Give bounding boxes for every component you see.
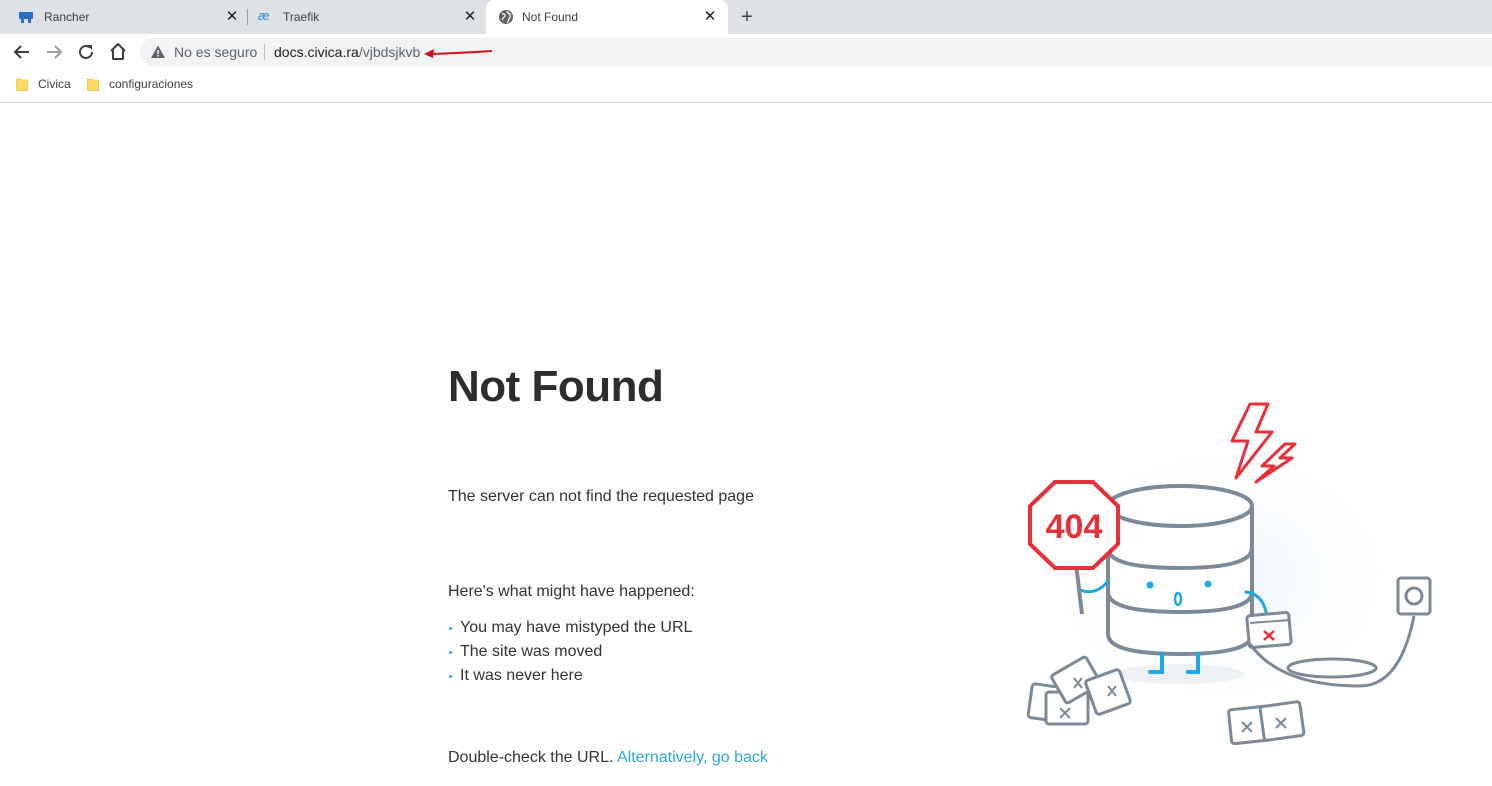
sign-text: 404: [1046, 508, 1103, 546]
omnibox-divider: [264, 44, 265, 60]
folder-icon: [16, 78, 28, 91]
tab-title: Traefik: [283, 10, 320, 24]
tab-strip: Rancher ✕ æ Traefik ✕ Not Found ✕ +: [0, 0, 1492, 34]
forward-button[interactable]: [43, 41, 65, 63]
footer-label: Double-check the URL.: [448, 749, 614, 766]
bookmark-label: Civica: [38, 77, 71, 91]
socket-icon: [1396, 576, 1432, 616]
traefik-icon: æ: [258, 8, 270, 23]
go-back-link[interactable]: Alternatively, go back: [617, 749, 768, 766]
bookmark-civica[interactable]: Civica: [16, 77, 71, 91]
bookmark-configuraciones[interactable]: configuraciones: [87, 77, 193, 91]
new-tab-button[interactable]: +: [738, 7, 756, 27]
happened-heading: Here's what might have happened:: [448, 583, 695, 600]
server-404-illustration: 404: [1020, 402, 1432, 746]
url-text[interactable]: docs.civica.ra/vjbdsjkvb: [274, 44, 420, 60]
bookmarks-bar: Civica configuraciones: [0, 70, 1492, 103]
url-path: /vjbdsjkvb: [358, 44, 421, 60]
page-title: Not Found: [448, 362, 664, 411]
footer-text: Double-check the URL. Alternatively, go …: [448, 749, 768, 767]
list-item: The site was moved: [448, 643, 692, 667]
tab-title: Not Found: [522, 10, 579, 24]
close-tab-icon[interactable]: ✕: [462, 9, 478, 25]
list-item: It was never here: [448, 667, 692, 691]
broken-windows-right: [1227, 700, 1306, 746]
tab-title: Rancher: [44, 10, 90, 24]
reasons-list: You may have mistyped the URL The site w…: [448, 619, 692, 691]
security-status[interactable]: No es seguro: [174, 44, 257, 60]
rancher-icon: [19, 12, 33, 23]
close-tab-icon[interactable]: ✕: [702, 9, 718, 25]
url-host: docs.civica.ra: [274, 44, 359, 60]
tab-rancher[interactable]: Rancher ✕: [0, 0, 246, 34]
reload-button[interactable]: [75, 41, 97, 63]
globe-icon: [499, 10, 513, 24]
warning-icon[interactable]: [150, 44, 166, 60]
folder-icon: [87, 78, 99, 91]
red-arrow-annotation: [424, 49, 493, 58]
back-button[interactable]: [11, 41, 33, 63]
home-button[interactable]: [107, 41, 129, 63]
shadow: [1116, 664, 1244, 684]
error-description: The server can not find the requested pa…: [448, 488, 754, 505]
tab-traefik[interactable]: æ Traefik ✕: [248, 0, 486, 34]
bookmark-label: configuraciones: [109, 77, 194, 91]
error-window-icon: [1245, 610, 1293, 650]
list-item: You may have mistyped the URL: [448, 619, 692, 643]
close-tab-icon[interactable]: ✕: [224, 9, 240, 25]
tab-not-found[interactable]: Not Found ✕: [486, 0, 728, 34]
